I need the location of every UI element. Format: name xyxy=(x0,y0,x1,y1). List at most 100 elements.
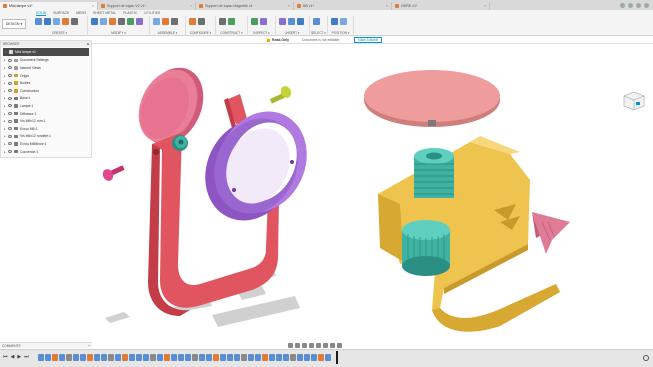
timeline-feature-icon[interactable] xyxy=(325,354,331,361)
browser-item[interactable]: ▸ Base:1 xyxy=(1,95,91,103)
timeline-feature-icon[interactable] xyxy=(157,354,163,361)
interference-icon[interactable] xyxy=(260,18,267,25)
visibility-eye-icon[interactable] xyxy=(8,58,12,62)
timeline-feature-icon[interactable] xyxy=(80,354,86,361)
document-tab[interactable]: Support de tuyau Magnétik v1 × xyxy=(196,2,294,10)
browser-item[interactable]: ▸ Vis M6x12 rondelé:1 xyxy=(1,133,91,141)
lamp-top-plate[interactable] xyxy=(364,70,500,127)
move-icon[interactable] xyxy=(136,18,143,25)
timeline-feature-icon[interactable] xyxy=(185,354,191,361)
browser-item[interactable]: ▸ Ecrou M6:1 xyxy=(1,125,91,133)
timeline-feature-icon[interactable] xyxy=(94,354,100,361)
timeline-feature-icon[interactable] xyxy=(101,354,107,361)
browser-item[interactable]: ▸ Bodies xyxy=(1,79,91,87)
timeline-feature-icon[interactable] xyxy=(122,354,128,361)
revert-icon[interactable] xyxy=(340,18,347,25)
visibility-eye-icon[interactable] xyxy=(8,142,12,146)
timeline-feature-icon[interactable] xyxy=(248,354,254,361)
browser-root-item[interactable]: ▾ Mini lampe v1 xyxy=(3,48,89,56)
close-tab-icon[interactable]: × xyxy=(190,4,192,8)
make-editable-button[interactable]: Make Editable xyxy=(354,37,383,43)
browser-item[interactable]: ▸ Document Settings xyxy=(1,57,91,65)
timeline-feature-icon[interactable] xyxy=(45,354,51,361)
timeline-feature-icon[interactable] xyxy=(318,354,324,361)
visibility-eye-icon[interactable] xyxy=(8,96,12,100)
ribbon-group-label[interactable]: SELECT ▾ xyxy=(310,31,327,35)
browser-item[interactable]: ▸ Couvercle:1 xyxy=(1,148,91,156)
add-tab-icon[interactable] xyxy=(620,2,625,8)
timeline-feature-icon[interactable] xyxy=(297,354,303,361)
document-tab[interactable]: BB v1* × xyxy=(294,2,392,10)
ribbon-group-label[interactable]: CONSTRUCT ▾ xyxy=(216,31,247,35)
timeline-feature-icon[interactable] xyxy=(276,354,282,361)
document-tab[interactable]: HDRE v1* × xyxy=(392,2,490,10)
ribbon-group-label[interactable]: ASSEMBLE ▾ xyxy=(150,31,185,35)
visibility-eye-icon[interactable] xyxy=(8,112,12,116)
screw-olive[interactable] xyxy=(269,84,293,104)
view-cube[interactable] xyxy=(622,90,646,112)
ribbon-group-label[interactable]: MODIFY ▾ xyxy=(88,31,149,35)
workspace-switcher-button[interactable]: DESIGN ▾ xyxy=(2,19,26,29)
timeline-feature-icon[interactable] xyxy=(199,354,205,361)
visibility-eye-icon[interactable] xyxy=(8,104,12,108)
timeline-feature-icon[interactable] xyxy=(115,354,121,361)
hole-icon[interactable] xyxy=(62,18,69,25)
combine-icon[interactable] xyxy=(127,18,134,25)
grid-icon[interactable] xyxy=(330,343,335,348)
timeline-feature-icon[interactable] xyxy=(52,354,58,361)
revolve-icon[interactable] xyxy=(53,18,60,25)
timeline-feature-icon[interactable] xyxy=(129,354,135,361)
new-component-icon[interactable] xyxy=(153,18,160,25)
document-tab[interactable]: Support de tuyau V2 v1* × xyxy=(98,2,196,10)
timeline-feature-icon[interactable] xyxy=(143,354,149,361)
close-tab-icon[interactable]: × xyxy=(92,4,94,8)
fillet-icon[interactable] xyxy=(100,18,107,25)
timeline-feature-icon[interactable] xyxy=(290,354,296,361)
as-built-joint-icon[interactable] xyxy=(171,18,178,25)
timeline-feature-icon[interactable] xyxy=(241,354,247,361)
offset-plane-icon[interactable] xyxy=(219,18,226,25)
timeline-feature-icon[interactable] xyxy=(38,354,44,361)
3d-viewport[interactable] xyxy=(0,44,653,340)
step-back-icon[interactable]: ◀ xyxy=(11,354,15,360)
visibility-eye-icon[interactable] xyxy=(8,81,12,85)
collapse-icon[interactable]: ■ xyxy=(87,42,89,46)
visibility-eye-icon[interactable] xyxy=(8,74,12,78)
browser-item[interactable]: ▸ Construction xyxy=(1,87,91,95)
timeline-feature-icon[interactable] xyxy=(136,354,142,361)
timeline-feature-icon[interactable] xyxy=(311,354,317,361)
timeline-settings-icon[interactable] xyxy=(643,355,649,361)
browser-item[interactable]: ▸ Lampe:1 xyxy=(1,102,91,110)
timeline-track[interactable] xyxy=(38,353,338,362)
timeline-marker[interactable] xyxy=(336,351,338,364)
notifications-icon[interactable] xyxy=(628,2,633,8)
timeline-feature-icon[interactable] xyxy=(73,354,79,361)
browser-item[interactable]: ▸ Vis M6x12 rom:1 xyxy=(1,117,91,125)
insert-mesh-icon[interactable] xyxy=(279,18,286,25)
shell-icon[interactable] xyxy=(118,18,125,25)
visibility-eye-icon[interactable] xyxy=(8,119,12,123)
visibility-eye-icon[interactable] xyxy=(8,66,12,70)
measure-icon[interactable] xyxy=(251,18,258,25)
timeline-feature-icon[interactable] xyxy=(59,354,65,361)
help-icon[interactable] xyxy=(636,2,641,8)
play-icon[interactable]: ▶ xyxy=(17,354,21,360)
extrude-icon[interactable] xyxy=(44,18,51,25)
configure-icon[interactable] xyxy=(189,18,196,25)
browser-item[interactable]: ▸ Origin xyxy=(1,72,91,80)
joint-icon[interactable] xyxy=(162,18,169,25)
timeline-feature-icon[interactable] xyxy=(269,354,275,361)
zoom-icon[interactable] xyxy=(309,343,314,348)
capture-position-icon[interactable] xyxy=(331,18,338,25)
close-tab-icon[interactable]: × xyxy=(288,4,290,8)
visibility-eye-icon[interactable] xyxy=(8,150,12,154)
timeline-feature-icon[interactable] xyxy=(108,354,114,361)
comments-panel[interactable]: COMMENTS + xyxy=(0,342,92,348)
timeline-feature-icon[interactable] xyxy=(150,354,156,361)
add-comment-icon[interactable]: + xyxy=(88,344,90,348)
go-to-start-icon[interactable]: ⏮ xyxy=(3,354,8,360)
pointer-pink[interactable] xyxy=(532,212,570,254)
timeline-feature-icon[interactable] xyxy=(262,354,268,361)
timeline-feature-icon[interactable] xyxy=(283,354,289,361)
close-tab-icon[interactable]: × xyxy=(484,4,486,8)
